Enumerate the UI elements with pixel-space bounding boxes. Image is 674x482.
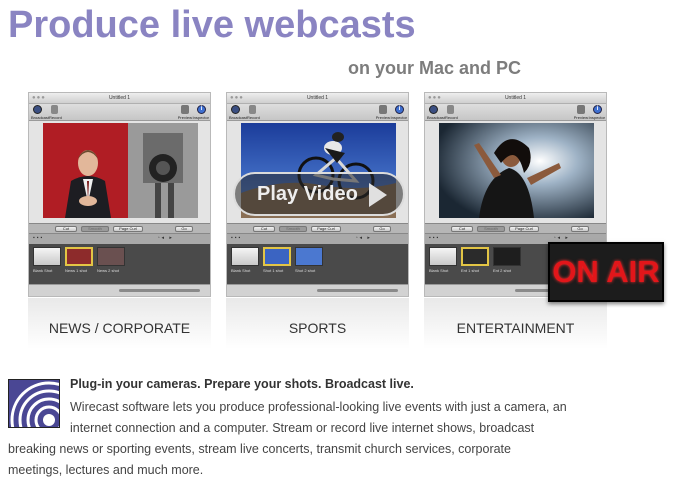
news-anchor-image <box>43 123 198 218</box>
shot-label: Blank Shot <box>429 268 449 273</box>
shot-label: News 2 shot <box>97 268 120 273</box>
shot-label: Blank Shot <box>231 268 251 273</box>
shot-label: Shot 1 shot <box>263 268 284 273</box>
sports-shot-1-thumb[interactable] <box>263 247 291 266</box>
window-toolbar: Broadcast Record Preview i Inspector <box>227 104 408 121</box>
broadcast-label: Broadcast <box>427 115 446 120</box>
inspector-label: Inspector <box>588 115 605 120</box>
shot-list: Blank Shot News 1 shot News 2 shot <box>29 244 210 284</box>
wirecast-logo-icon <box>8 379 60 428</box>
go-button[interactable]: Go <box>175 226 193 232</box>
entertainment-shot-2-thumb[interactable] <box>493 247 521 266</box>
record-icon <box>249 105 256 114</box>
caption-sports: SPORTS <box>288 320 347 336</box>
entertainment-shot-1-thumb[interactable] <box>461 247 489 266</box>
smooth-button[interactable]: Smooth <box>279 226 307 232</box>
preview-label: Preview <box>573 115 588 120</box>
layer-icon-bar: ▪▪▪ ▫◂ ▸ <box>29 234 210 244</box>
broadcast-label: Broadcast <box>31 115 50 120</box>
play-icon <box>369 183 387 207</box>
promo-line: internet connection and a computer. Stre… <box>70 421 535 435</box>
record-label: Record <box>247 115 260 120</box>
page-curl-button[interactable]: Page Curl <box>113 226 143 232</box>
cut-button[interactable]: Cut <box>253 226 275 232</box>
broadcast-label: Broadcast <box>229 115 248 120</box>
live-preview-news <box>43 123 198 218</box>
on-air-sign: ON AIR <box>548 242 664 302</box>
caption-entertainment: ENTERTAINMENT <box>456 320 575 336</box>
window-titlebar: ●●● Untitled 1 <box>29 93 210 104</box>
preview-icon <box>379 105 387 114</box>
window-titlebar: ●●● Untitled 1 <box>227 93 408 104</box>
inspector-icon: i <box>593 105 602 114</box>
window-title: Untitled 1 <box>108 95 131 101</box>
shot-label: Ent 1 shot <box>461 268 480 273</box>
window-toolbar: Broadcast Record Preview i Inspector <box>425 104 606 121</box>
transition-bar: Cut Smooth Page Curl Go <box>227 223 408 234</box>
screenshot-news[interactable]: ●●● Untitled 1 Broadcast Record Preview … <box>28 92 211 297</box>
inspector-label: Inspector <box>390 115 407 120</box>
inspector-icon: i <box>197 105 206 114</box>
blank-shot-thumb[interactable] <box>33 247 61 266</box>
window-toolbar: Broadcast Record Preview i Inspector <box>29 104 210 121</box>
promo-title: Plug-in your cameras. Prepare your shots… <box>70 377 414 391</box>
layer-icon-bar: ▪▪▪ ▫◂ ▸ <box>227 234 408 244</box>
shot-scrollbar[interactable] <box>227 284 408 296</box>
shot-label: Blank Shot <box>33 268 53 273</box>
smooth-button[interactable]: Smooth <box>477 226 505 232</box>
subhead: on your Mac and PC <box>348 58 522 78</box>
page-curl-button[interactable]: Page Curl <box>509 226 539 232</box>
promo-line: meetings, lectures and much more. <box>8 463 204 477</box>
transition-bar: Cut Smooth Page Curl Go <box>29 223 210 234</box>
shot-label: News 1 shot <box>65 268 88 273</box>
singer-image <box>439 123 594 218</box>
play-video-label: Play Video <box>257 182 358 205</box>
shot-list: Blank Shot Shot 1 shot Shot 2 shot <box>227 244 408 284</box>
broadcast-waves-icon <box>9 380 59 427</box>
shot-scrollbar[interactable] <box>29 284 210 296</box>
play-video-button[interactable]: Play Video <box>233 172 405 216</box>
broadcast-icon <box>429 105 438 114</box>
record-icon <box>447 105 454 114</box>
inspector-icon: i <box>395 105 404 114</box>
transition-bar: Cut Smooth Page Curl Go <box>425 223 606 234</box>
preview-icon <box>181 105 189 114</box>
promo-line: breaking news or sporting events, stream… <box>8 442 511 456</box>
live-preview-entertainment <box>439 123 594 218</box>
window-title: Untitled 1 <box>306 95 329 101</box>
promo-line: Wirecast software lets you produce profe… <box>70 400 567 414</box>
record-label: Record <box>49 115 62 120</box>
blank-shot-thumb[interactable] <box>231 247 259 266</box>
window-title: Untitled 1 <box>504 95 527 101</box>
smooth-button[interactable]: Smooth <box>81 226 109 232</box>
sports-shot-2-thumb[interactable] <box>295 247 323 266</box>
cut-button[interactable]: Cut <box>451 226 473 232</box>
go-button[interactable]: Go <box>373 226 391 232</box>
window-titlebar: ●●● Untitled 1 <box>425 93 606 104</box>
broadcast-icon <box>231 105 240 114</box>
on-air-label: ON AIR <box>552 254 660 289</box>
headline: Produce live webcasts <box>8 4 416 46</box>
go-button[interactable]: Go <box>571 226 589 232</box>
record-label: Record <box>445 115 458 120</box>
preview-label: Preview <box>375 115 390 120</box>
preview-label: Preview <box>177 115 192 120</box>
caption-news: NEWS / CORPORATE <box>48 320 191 336</box>
news-shot-1-thumb[interactable] <box>65 247 93 266</box>
page-curl-button[interactable]: Page Curl <box>311 226 341 232</box>
blank-shot-thumb[interactable] <box>429 247 457 266</box>
inspector-label: Inspector <box>192 115 209 120</box>
preview-icon <box>577 105 585 114</box>
news-shot-2-thumb[interactable] <box>97 247 125 266</box>
shot-label: Ent 2 shot <box>493 268 512 273</box>
shot-label: Shot 2 shot <box>295 268 316 273</box>
broadcast-icon <box>33 105 42 114</box>
record-icon <box>51 105 58 114</box>
cut-button[interactable]: Cut <box>55 226 77 232</box>
